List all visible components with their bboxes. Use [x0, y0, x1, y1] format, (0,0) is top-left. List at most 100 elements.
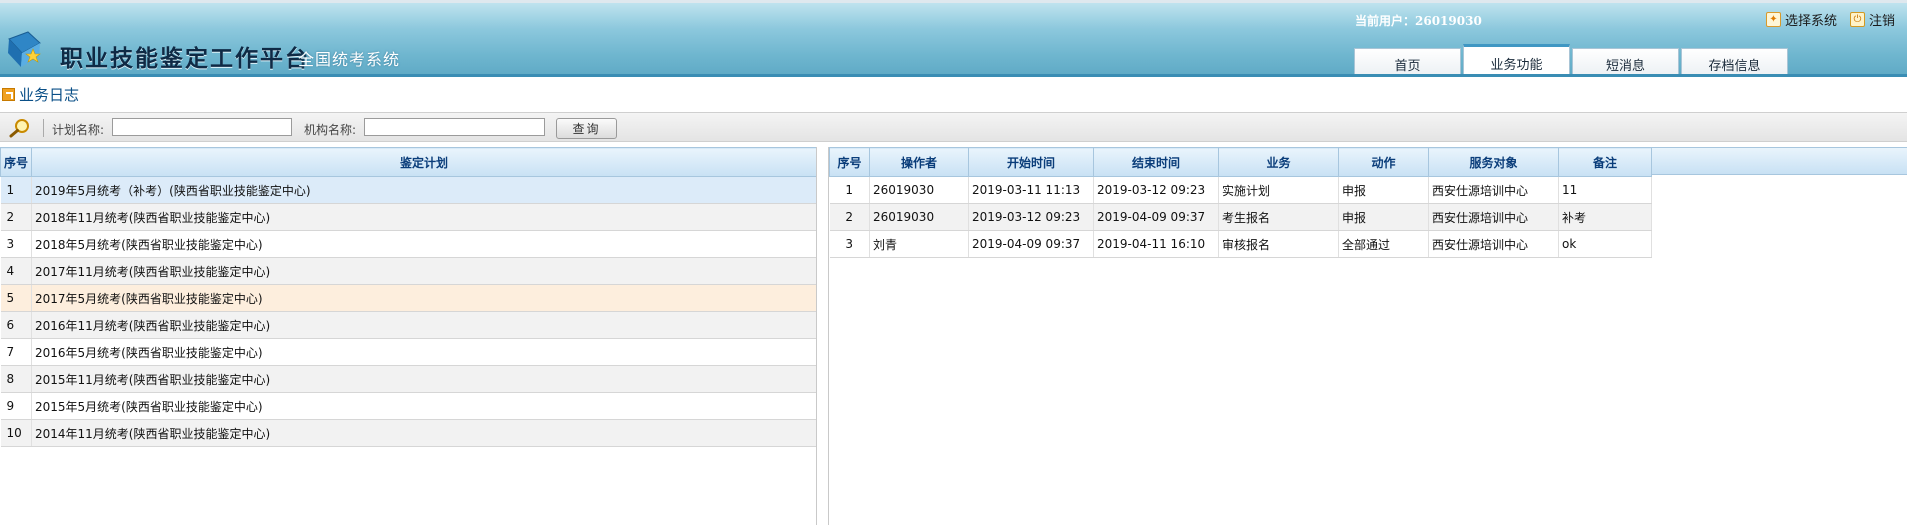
page-title: 业务日志 — [19, 85, 80, 104]
plan-row-index: 9 — [0, 392, 32, 420]
log-row-business: 实施计划 — [1218, 176, 1339, 204]
log-row-start-time: 2019-04-09 09:37 — [968, 230, 1094, 258]
plan-table-header: 序号 鉴定计划 — [0, 147, 816, 177]
tab-archive[interactable]: 存档信息 — [1681, 48, 1788, 77]
plan-name-input[interactable] — [112, 118, 292, 136]
log-row-service-target: 西安仕源培训中心 — [1428, 203, 1559, 231]
select-system-link[interactable]: ✦ 选择系统 — [1766, 10, 1838, 29]
col-header-start-time[interactable]: 开始时间 — [968, 147, 1094, 177]
plan-row[interactable]: 7 2016年5月统考(陕西省职业技能鉴定中心) — [0, 338, 816, 366]
col-header-plan[interactable]: 鉴定计划 — [31, 147, 816, 177]
panel-splitter[interactable] — [817, 147, 827, 525]
tab-home[interactable]: 首页 — [1354, 48, 1461, 77]
search-toolbar: 计划名称: 机构名称: 查询 — [0, 112, 1907, 142]
log-row-action: 全部通过 — [1338, 230, 1429, 258]
col-header-remark[interactable]: 备注 — [1558, 147, 1652, 177]
tab-home-label: 首页 — [1394, 59, 1421, 74]
log-row-business: 审核报名 — [1218, 230, 1339, 258]
main-nav: 首页 业务功能 短消息 存档信息 — [1354, 44, 1790, 77]
log-row-action: 申报 — [1338, 203, 1429, 231]
plan-row-name: 2018年11月统考(陕西省职业技能鉴定中心) — [31, 203, 816, 231]
col-header-operator[interactable]: 操作者 — [869, 147, 969, 177]
select-system-icon: ✦ — [1766, 11, 1781, 27]
plan-row-index: 6 — [0, 311, 32, 339]
plan-row-name: 2016年5月统考(陕西省职业技能鉴定中心) — [31, 338, 816, 366]
plan-row[interactable]: 10 2014年11月统考(陕西省职业技能鉴定中心) — [0, 419, 816, 447]
tab-messages-label: 短消息 — [1605, 59, 1645, 74]
plan-row-index: 2 — [0, 203, 32, 231]
plan-table: 序号 鉴定计划 1 2019年5月统考（补考）(陕西省职业技能鉴定中心) 2 2018… — [0, 147, 816, 447]
plan-row-name: 2017年11月统考(陕西省职业技能鉴定中心) — [31, 257, 816, 285]
toolbar-divider — [43, 119, 44, 137]
plan-row-index: 1 — [0, 176, 32, 204]
plan-row-name: 2018年5月统考(陕西省职业技能鉴定中心) — [31, 230, 816, 258]
log-row[interactable]: 3 刘青 2019-04-09 09:37 2019-04-11 16:10 审核报名全… — [829, 230, 1652, 258]
logout-label: 注销 — [1869, 13, 1896, 29]
plan-row[interactable]: 3 2018年5月统考(陕西省职业技能鉴定中心) — [0, 230, 816, 258]
plan-row[interactable]: 8 2015年11月统考(陕西省职业技能鉴定中心) — [0, 365, 816, 393]
app-subtitle: 全国统考系统 — [298, 50, 401, 69]
log-row-end-time: 2019-03-12 09:23 — [1093, 176, 1219, 204]
log-row-operator: 刘青 — [869, 230, 969, 258]
plan-row[interactable]: 2 2018年11月统考(陕西省职业技能鉴定中心) — [0, 203, 816, 231]
plan-row-name: 2019年5月统考（补考）(陕西省职业技能鉴定中心) — [31, 176, 816, 204]
col-header-action[interactable]: 动作 — [1338, 147, 1429, 177]
log-table-header-filler — [1651, 147, 1907, 175]
org-name-input[interactable] — [364, 118, 545, 136]
log-list-panel: 序号 操作者 开始时间 结束时间 业务 动作 服务对象 备注 1 26019030… — [828, 147, 1907, 525]
col-header-business[interactable]: 业务 — [1218, 147, 1339, 177]
log-row-remark: ok — [1558, 230, 1652, 258]
plan-row-index: 10 — [0, 419, 32, 447]
plan-row-name: 2014年11月统考(陕西省职业技能鉴定中心) — [31, 419, 816, 447]
log-row-end-time: 2019-04-11 16:10 — [1093, 230, 1219, 258]
logout-link[interactable]: ⏻ 注销 — [1850, 10, 1896, 29]
org-name-label: 机构名称: — [304, 123, 357, 137]
plan-row[interactable]: 4 2017年11月统考(陕西省职业技能鉴定中心) — [0, 257, 816, 285]
log-row-operator: 26019030 — [869, 176, 969, 204]
log-row[interactable]: 2 26019030 2019-03-12 09:23 2019-04-09 09:3… — [829, 203, 1652, 231]
log-row-operator: 26019030 — [869, 203, 969, 231]
col-header-index[interactable]: 序号 — [0, 147, 32, 177]
plan-row-index: 3 — [0, 230, 32, 258]
log-row-start-time: 2019-03-12 09:23 — [968, 203, 1094, 231]
log-row-business: 考生报名 — [1218, 203, 1339, 231]
plan-row-name: 2016年11月统考(陕西省职业技能鉴定中心) — [31, 311, 816, 339]
plan-name-label: 计划名称: — [52, 123, 105, 137]
plan-row[interactable]: 9 2015年5月统考(陕西省职业技能鉴定中心) — [0, 392, 816, 420]
plan-row-name: 2017年5月统考(陕西省职业技能鉴定中心) — [31, 284, 816, 312]
query-button[interactable]: 查询 — [556, 118, 617, 139]
col-header-service-target[interactable]: 服务对象 — [1428, 147, 1559, 177]
tab-messages[interactable]: 短消息 — [1572, 48, 1679, 77]
log-row-index: 2 — [829, 203, 870, 231]
current-user-label: 当前用户：26019030 — [1355, 14, 1482, 28]
app-title: 职业技能鉴定工作平台 — [60, 45, 310, 72]
plan-row-index: 7 — [0, 338, 32, 366]
tab-business-functions-label: 业务功能 — [1490, 58, 1543, 73]
power-icon: ⏻ — [1850, 11, 1865, 27]
plan-row-index: 4 — [0, 257, 32, 285]
log-row-start-time: 2019-03-11 11:13 — [968, 176, 1094, 204]
log-row-end-time: 2019-04-09 09:37 — [1093, 203, 1219, 231]
search-icon — [9, 119, 29, 138]
tab-archive-label: 存档信息 — [1708, 59, 1761, 74]
plan-row[interactable]: 5 2017年5月统考(陕西省职业技能鉴定中心) — [0, 284, 816, 312]
plan-list-panel: 序号 鉴定计划 1 2019年5月统考（补考）(陕西省职业技能鉴定中心) 2 2018… — [0, 147, 817, 525]
log-row[interactable]: 1 26019030 2019-03-11 11:13 2019-03-12 09:2… — [829, 176, 1652, 204]
log-table: 序号 操作者 开始时间 结束时间 业务 动作 服务对象 备注 1 26019030… — [829, 147, 1652, 258]
log-row-index: 1 — [829, 176, 870, 204]
plan-row[interactable]: 1 2019年5月统考（补考）(陕西省职业技能鉴定中心) — [0, 176, 816, 204]
plan-row-name: 2015年5月统考(陕西省职业技能鉴定中心) — [31, 392, 816, 420]
tab-business-functions[interactable]: 业务功能 — [1463, 44, 1570, 77]
log-row-service-target: 西安仕源培训中心 — [1428, 230, 1559, 258]
col-header-end-time[interactable]: 结束时间 — [1093, 147, 1219, 177]
app-header: 职业技能鉴定工作平台 全国统考系统 当前用户：26019030 ✦ 选择系统 ⏻… — [0, 0, 1907, 77]
log-row-action: 申报 — [1338, 176, 1429, 204]
log-icon — [2, 87, 15, 101]
plan-row-name: 2015年11月统考(陕西省职业技能鉴定中心) — [31, 365, 816, 393]
col-header-index[interactable]: 序号 — [829, 147, 870, 177]
select-system-label: 选择系统 — [1785, 13, 1838, 29]
plan-row-index: 8 — [0, 365, 32, 393]
log-row-remark: 补考 — [1558, 203, 1652, 231]
plan-row[interactable]: 6 2016年11月统考(陕西省职业技能鉴定中心) — [0, 311, 816, 339]
page-title-row: 业务日志 — [0, 82, 79, 106]
